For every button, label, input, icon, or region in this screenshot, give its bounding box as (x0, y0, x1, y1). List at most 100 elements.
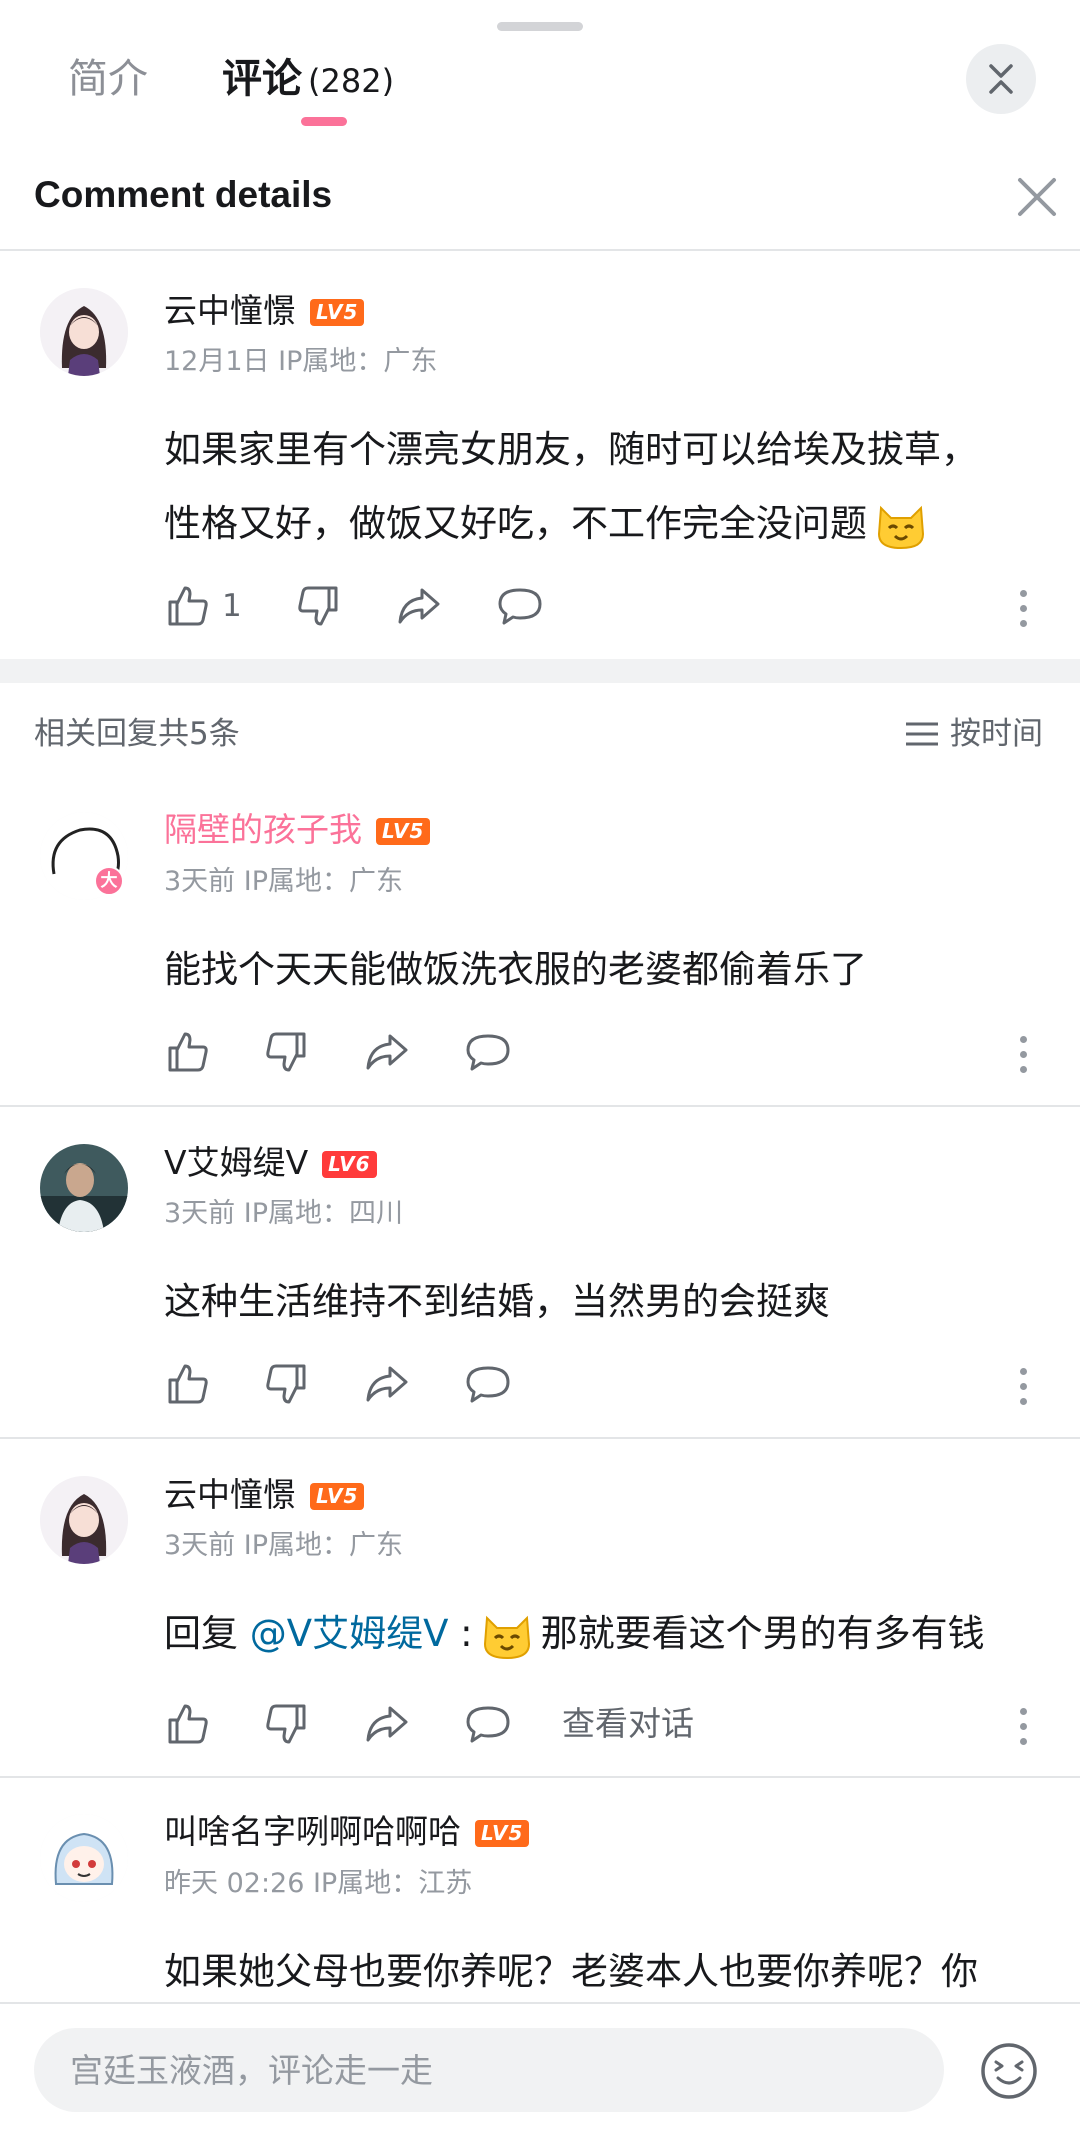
vip-badge: 大 (94, 866, 124, 896)
sort-label: 按时间 (950, 716, 1043, 752)
anime-girl-avatar-icon (40, 1476, 128, 1564)
dislike-button[interactable] (292, 580, 344, 632)
reply-author[interactable]: 叫啥名字咧啊哈啊哈 LV5 (164, 1810, 530, 1854)
close-button[interactable] (1012, 172, 1062, 222)
comment-text-body: 性格又好，做饭又好吃，不工作完全没问题 (164, 502, 867, 545)
share-icon (366, 1034, 408, 1070)
more-vertical-icon (1019, 590, 1027, 597)
tab-intro[interactable]: 简介 (68, 52, 148, 106)
reply-bubble-icon (466, 1034, 510, 1071)
mention-colon: : (448, 1612, 473, 1655)
username[interactable]: 隔壁的孩子我 (164, 810, 362, 849)
username[interactable]: V艾姆缇V (164, 1143, 308, 1182)
username[interactable]: 云中憧憬 (164, 291, 296, 330)
like-button[interactable] (162, 1698, 214, 1750)
section-separator (0, 659, 1080, 683)
like-button[interactable] (162, 580, 214, 632)
reply-actions (162, 1026, 1042, 1078)
dislike-button[interactable] (260, 1026, 312, 1078)
reply-button[interactable] (462, 1026, 514, 1078)
reply-author[interactable]: V艾姆缇V LV6 (164, 1141, 377, 1185)
emoji-face-icon (981, 2043, 1037, 2099)
thumbs-down-icon (298, 586, 338, 626)
mention-link[interactable]: @V艾姆缇V (250, 1612, 449, 1655)
username[interactable]: 叫啥名字咧啊哈啊哈 (164, 1812, 461, 1851)
level-badge: LV5 (376, 818, 431, 845)
dislike-button[interactable] (260, 1698, 312, 1750)
reply-actions: 查看对话 (162, 1698, 1042, 1750)
comment-text-line-2: 性格又好，做饭又好吃，不工作完全没问题 (164, 492, 935, 556)
chibi-avatar-icon (40, 1814, 128, 1902)
reply-bubble-icon (466, 1706, 510, 1743)
share-button[interactable] (360, 1358, 412, 1410)
comment-input[interactable] (34, 2028, 944, 2112)
close-icon (1018, 178, 1056, 216)
more-vertical-icon (1019, 1036, 1027, 1043)
thumbs-down-icon (266, 1704, 306, 1744)
replies-count-label: 相关回复共5条 (34, 716, 240, 752)
reply-bubble-icon (466, 1366, 510, 1403)
more-vertical-icon (1019, 1368, 1027, 1375)
reply-divider (0, 1776, 1080, 1778)
reply-button[interactable] (494, 580, 546, 632)
username[interactable]: 云中憧憬 (164, 1475, 296, 1514)
more-options-button[interactable] (1018, 590, 1028, 634)
reply-text: 这种生活维持不到结婚，当然男的会挺爽 (164, 1280, 830, 1323)
tab-comments-count: (282) (308, 62, 395, 100)
reply-body: 那就要看这个男的有多有钱 (540, 1612, 985, 1655)
reply-author[interactable]: 云中憧憬 LV5 (164, 1473, 365, 1517)
share-button[interactable] (392, 580, 444, 632)
avatar[interactable] (40, 1144, 128, 1232)
avatar[interactable] (40, 1814, 128, 1902)
anime-girl-avatar-icon (40, 288, 128, 376)
level-badge: LV5 (475, 1820, 530, 1847)
reply-prefix: 回复 (164, 1612, 250, 1655)
avatar[interactable] (40, 288, 128, 376)
reply-button[interactable] (462, 1358, 514, 1410)
reply-text: 如果她父母也要你养呢？老婆本人也要你养呢？你 (164, 1950, 978, 1993)
reply-text: 回复 @V艾姆缇V : 那就要看这个男的有多有钱 (164, 1602, 985, 1666)
reply-divider (0, 1105, 1080, 1107)
reply-bubble-icon (498, 588, 542, 625)
comment-actions: 1 (162, 580, 1042, 632)
reply-item (40, 1814, 128, 1902)
thumbs-up-icon (168, 586, 208, 626)
reply-meta: 昨天 02:26 IP属地：江苏 (164, 1868, 473, 1899)
collapse-chevrons-icon (989, 64, 1013, 94)
reply-button[interactable] (462, 1698, 514, 1750)
comment-text: 如果家里有个漂亮女朋友，随时可以给埃及拔草， (164, 428, 978, 471)
thumbs-up-icon (168, 1032, 208, 1072)
sheet-drag-handle[interactable] (497, 22, 583, 31)
main-comment (40, 288, 128, 376)
collapse-button[interactable] (966, 44, 1036, 114)
thumbs-up-icon (168, 1704, 208, 1744)
reply-text: 能找个天天能做饭洗衣服的老婆都偷着乐了 (164, 948, 867, 991)
reply-actions (162, 1358, 1042, 1410)
more-options-button[interactable] (1018, 1708, 1028, 1752)
emoji-button[interactable] (978, 2040, 1040, 2102)
level-badge: LV6 (322, 1151, 377, 1178)
like-button[interactable] (162, 1358, 214, 1410)
comment-meta: 12月1日 IP属地：广东 (164, 346, 438, 377)
comment-author[interactable]: 云中憧憬 LV5 (164, 289, 365, 333)
avatar[interactable] (40, 1476, 128, 1564)
cat-emoji-icon (483, 1615, 530, 1659)
thumbs-up-icon (168, 1364, 208, 1404)
dislike-button[interactable] (260, 1358, 312, 1410)
more-options-button[interactable] (1018, 1368, 1028, 1412)
reply-meta: 3天前 IP属地：四川 (164, 1198, 404, 1229)
share-icon (398, 588, 440, 624)
reply-item (40, 1144, 128, 1232)
header-divider (0, 249, 1080, 251)
share-button[interactable] (360, 1026, 412, 1078)
like-count: 1 (222, 588, 242, 624)
more-options-button[interactable] (1018, 1036, 1028, 1080)
share-button[interactable] (360, 1698, 412, 1750)
reply-author[interactable]: 隔壁的孩子我 LV5 (164, 808, 431, 852)
like-button[interactable] (162, 1026, 214, 1078)
thumbs-down-icon (266, 1364, 306, 1404)
tab-comments[interactable]: 评论 (282) (222, 52, 394, 108)
level-badge: LV5 (310, 1483, 365, 1510)
view-conversation-link[interactable]: 查看对话 (562, 1702, 694, 1746)
tab-comments-label: 评论 (222, 56, 302, 102)
